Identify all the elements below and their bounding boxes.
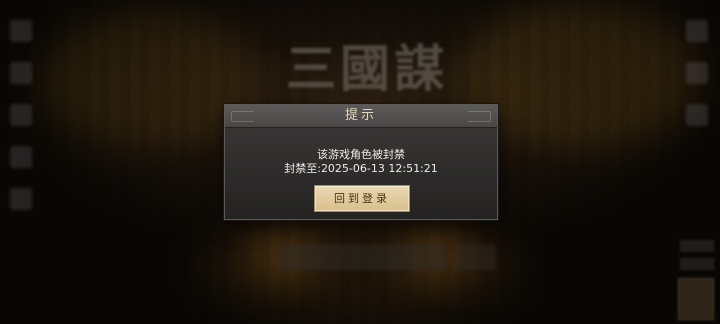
ban-message: 该游戏角色被封禁 — [317, 148, 405, 161]
ban-until-line: 封禁至:2025-06-13 12:51:21 — [225, 162, 497, 176]
ban-until-label: 封禁至: — [284, 162, 321, 175]
dialog-title: 提示 — [344, 108, 377, 123]
return-to-login-button[interactable]: 回到登录 — [314, 185, 410, 212]
notice-dialog: 提示 该游戏角色被封禁 封禁至:2025-06-13 12:51:21 回到登录 — [224, 104, 498, 220]
dialog-header: 提示 — [225, 105, 497, 128]
ban-until-time: 2025-06-13 12:51:21 — [320, 162, 438, 175]
